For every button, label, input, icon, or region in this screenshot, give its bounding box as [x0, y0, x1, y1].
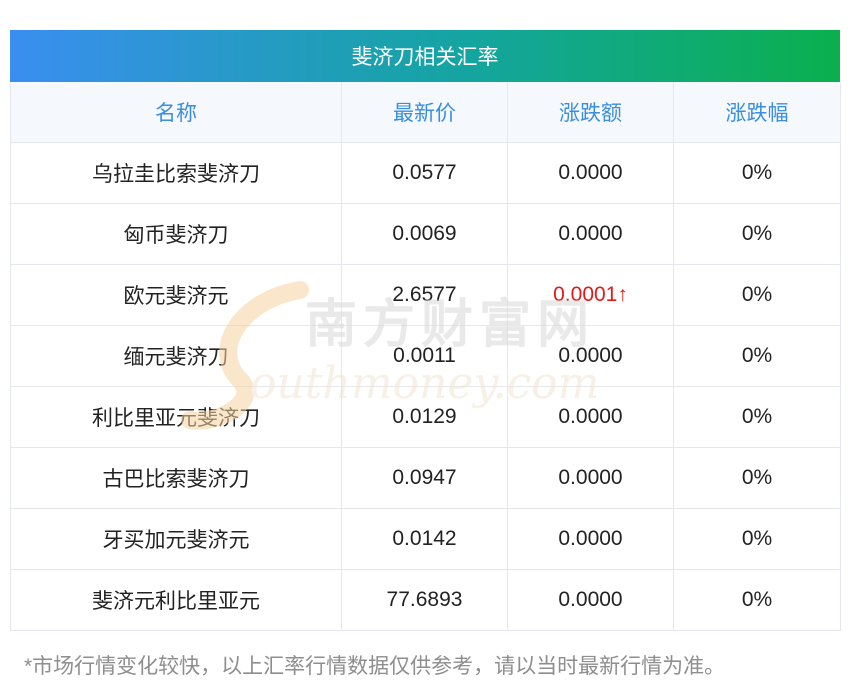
row-change-pct: 0%: [673, 386, 841, 448]
row-change: 0.0000: [507, 508, 674, 570]
row-change-pct: 0%: [673, 203, 841, 265]
row-change: 0.0000: [507, 386, 674, 448]
table-row: 古巴比索斐济刀 0.0947 0.0000 0%: [10, 447, 841, 509]
table-row: 缅元斐济刀 0.0011 0.0000 0%: [10, 325, 841, 387]
table-row: 匈币斐济刀 0.0069 0.0000 0%: [10, 203, 841, 265]
row-name-link[interactable]: 缅元斐济刀: [10, 325, 342, 387]
row-price: 0.0069: [341, 203, 508, 265]
row-change: 0.0000: [507, 325, 674, 387]
row-change-pct: 0%: [673, 447, 841, 509]
table-row: 利比里亚元斐济刀 0.0129 0.0000 0%: [10, 386, 841, 448]
row-name-link[interactable]: 牙买加元斐济元: [10, 508, 342, 570]
header-name: 名称: [10, 82, 342, 143]
row-price: 77.6893: [341, 569, 508, 631]
row-name-link[interactable]: 欧元斐济元: [10, 264, 342, 326]
row-change: 0.0000: [507, 203, 674, 265]
exchange-rate-table: 名称 最新价 涨跌额 涨跌幅 乌拉圭比索斐济刀 0.0577 0.0000 0%…: [10, 82, 841, 631]
row-change: 0.0000: [507, 447, 674, 509]
row-name-link[interactable]: 古巴比索斐济刀: [10, 447, 342, 509]
row-change-pct: 0%: [673, 569, 841, 631]
exchange-rate-table-container: 斐济刀相关汇率 名称 最新价 涨跌额 涨跌幅 乌拉圭比索斐济刀 0.0577 0…: [10, 30, 841, 631]
disclaimer-footnote: *市场行情变化较快，以上汇率行情数据仅供参考，请以当时最新行情为准。: [24, 655, 726, 678]
row-price: 0.0947: [341, 447, 508, 509]
row-price: 2.6577: [341, 264, 508, 326]
row-price: 0.0129: [341, 386, 508, 448]
header-change: 涨跌额: [507, 82, 674, 143]
row-price: 0.0142: [341, 508, 508, 570]
header-change-pct: 涨跌幅: [673, 82, 841, 143]
row-change-pct: 0%: [673, 325, 841, 387]
row-name-link[interactable]: 利比里亚元斐济刀: [10, 386, 342, 448]
row-change: 0.0000: [507, 569, 674, 631]
header-price: 最新价: [341, 82, 508, 143]
row-change: 0.0000: [507, 142, 674, 204]
table-title-banner: 斐济刀相关汇率: [10, 30, 840, 82]
row-name-link[interactable]: 斐济元利比里亚元: [10, 569, 342, 631]
row-change-pct: 0%: [673, 264, 841, 326]
row-price: 0.0577: [341, 142, 508, 204]
table-header-row: 名称 最新价 涨跌额 涨跌幅: [10, 82, 841, 143]
table-row: 乌拉圭比索斐济刀 0.0577 0.0000 0%: [10, 142, 841, 204]
row-change-rise: 0.0001↑: [507, 264, 674, 326]
row-name-link[interactable]: 乌拉圭比索斐济刀: [10, 142, 342, 204]
row-change-pct: 0%: [673, 508, 841, 570]
row-name-link[interactable]: 匈币斐济刀: [10, 203, 342, 265]
row-change-pct: 0%: [673, 142, 841, 204]
table-row: 欧元斐济元 2.6577 0.0001↑ 0%: [10, 264, 841, 326]
table-row: 斐济元利比里亚元 77.6893 0.0000 0%: [10, 569, 841, 631]
row-price: 0.0011: [341, 325, 508, 387]
table-row: 牙买加元斐济元 0.0142 0.0000 0%: [10, 508, 841, 570]
